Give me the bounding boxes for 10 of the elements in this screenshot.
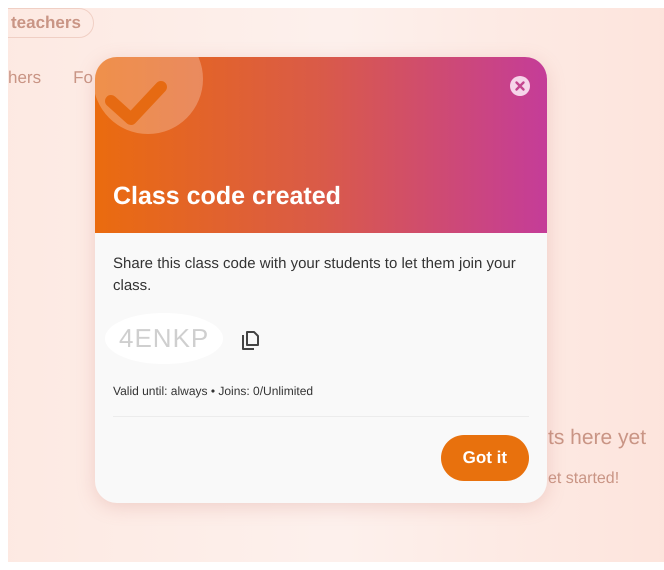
empty-state-hint: et started! [548,470,620,488]
filter-chip[interactable]: teachers [8,8,94,38]
close-icon[interactable] [510,76,530,96]
empty-state-title: ts here yet [548,426,646,450]
got-it-button[interactable]: Got it [440,435,529,481]
nav-tab[interactable]: Fo [73,68,93,88]
nav-tab[interactable]: hers [8,68,42,88]
dialog-message: Share this class code with your students to let them join your class. [113,254,517,296]
code-details: Valid until: always • Joins: 0/Unlimited [113,384,314,398]
dialog-title: Class code created [113,182,341,211]
